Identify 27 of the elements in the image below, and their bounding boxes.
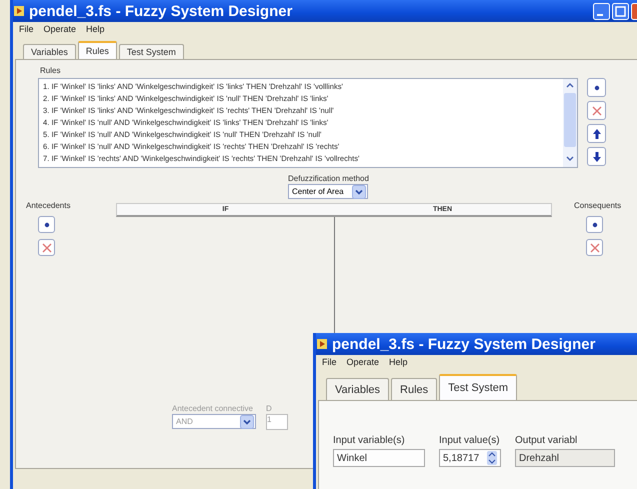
menu-item[interactable]: Help <box>86 24 105 35</box>
cut-label: D <box>266 404 273 413</box>
tab[interactable]: Rules <box>78 41 117 59</box>
window-title: pendel_3.fs - Fuzzy System Designer <box>332 336 596 352</box>
menu-item[interactable]: File <box>322 357 337 368</box>
tab[interactable]: Test System <box>439 374 518 400</box>
menu-item[interactable]: Operate <box>346 357 380 368</box>
defuzzification-label: Defuzzification method <box>288 174 369 183</box>
tab[interactable]: Variables <box>23 44 76 59</box>
menu-item[interactable]: Operate <box>44 24 76 35</box>
input-field[interactable]: Drehzahl <box>515 449 615 467</box>
rules-label: Rules <box>40 66 62 75</box>
tab[interactable]: Variables <box>326 378 390 400</box>
tab[interactable]: Test System <box>118 44 184 59</box>
window-title: pendel_3.fs - Fuzzy System Designer <box>29 2 292 20</box>
tab[interactable]: Rules <box>391 378 438 400</box>
spin-field[interactable]: 5,18717 <box>439 449 501 467</box>
field-label: Input value(s) <box>439 435 501 446</box>
input-field[interactable]: Winkel <box>333 449 425 467</box>
connective-label: Antecedent connective <box>172 404 254 413</box>
defuzzification-dropdown[interactable]: Center of Area <box>288 184 368 199</box>
menu-item[interactable]: Help <box>389 357 408 368</box>
field-label: Input variable(s) <box>333 435 406 446</box>
menu-item[interactable]: File <box>19 24 34 35</box>
field-label: Output variabl <box>515 435 578 446</box>
antecedents-label: Antecedents <box>26 201 70 210</box>
consequents-label: Consequents <box>574 201 622 210</box>
